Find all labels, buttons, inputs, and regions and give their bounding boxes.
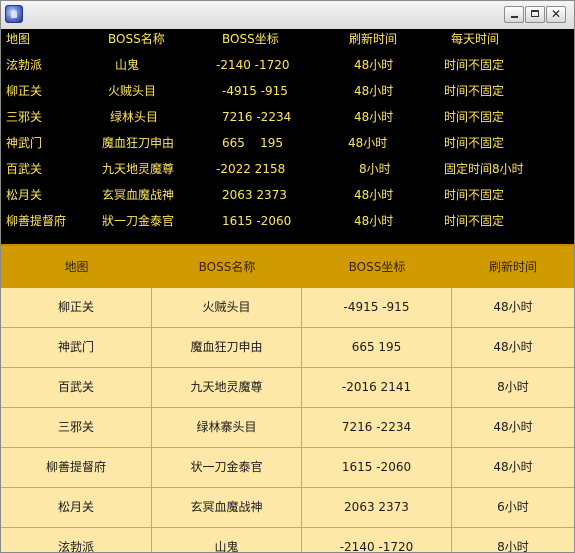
cell-refresh-time: 48小时 xyxy=(493,300,533,314)
close-button[interactable]: ✕ xyxy=(546,6,566,23)
list-daily-time: 时间不固定 xyxy=(444,84,505,98)
list-boss-name: 绿林头目 xyxy=(110,110,159,124)
list-boss-coords: 665 195 xyxy=(222,136,284,150)
list-boss-coords: 2063 2373 xyxy=(222,188,287,202)
cell-refresh-time: 8小时 xyxy=(497,380,529,394)
list-refresh-time: 48小时 xyxy=(348,136,388,150)
list-boss-coords: -2140 -1720 xyxy=(216,58,290,72)
column-header-boss-coords[interactable]: BOSS坐标 xyxy=(302,246,452,288)
list-daily-time: 时间不固定 xyxy=(444,58,505,72)
boss-list-panel: 地图 BOSS名称 BOSS坐标 刷新时间 每天时间 泫勃派 山鬼 -2140 … xyxy=(1,29,574,244)
list-item: 柳正关 火贼头目 -4915 -915 48小时 时间不固定 xyxy=(1,81,574,107)
cell-map: 柳正关 xyxy=(1,288,152,327)
header-boss-coords: BOSS坐标 xyxy=(222,32,279,46)
header-boss-name: BOSS名称 xyxy=(108,32,165,46)
list-refresh-time: 48小时 xyxy=(354,58,394,72)
app-window: ✕ 地图 BOSS名称 BOSS坐标 刷新时间 每天时间 泫勃派 山鬼 -214… xyxy=(0,0,575,553)
cell-refresh-time: 8小时 xyxy=(497,540,529,553)
cell-boss-name: 九天地灵魔尊 xyxy=(152,368,302,407)
header-refresh-time: 刷新时间 xyxy=(349,32,398,46)
maximize-icon xyxy=(531,10,539,17)
column-header-refresh-time[interactable]: 刷新时间 xyxy=(452,246,574,288)
cell-boss-name: 火贼头目 xyxy=(152,288,302,327)
list-boss-coords: 7216 -2234 xyxy=(222,110,292,124)
list-refresh-time: 48小时 xyxy=(354,84,394,98)
cell-map: 泫勃派 xyxy=(1,528,152,552)
cell-map: 百武关 xyxy=(1,368,152,407)
list-daily-time: 时间不固定 xyxy=(444,188,505,202)
list-boss-name: 九天地灵魔尊 xyxy=(102,162,175,176)
cell-map: 三邪关 xyxy=(1,408,152,447)
cell-map: 柳善提督府 xyxy=(1,448,152,487)
cell-refresh-time: 6小时 xyxy=(497,500,529,514)
list-map: 百武关 xyxy=(6,162,43,176)
list-map: 三邪关 xyxy=(6,110,43,124)
cell-boss-coords: 2063 2373 xyxy=(302,488,452,527)
cell-boss-name: 状一刀金泰官 xyxy=(152,448,302,487)
list-boss-name: 山鬼 xyxy=(115,58,140,72)
boss-table: 地图 BOSS名称 BOSS坐标 刷新时间 柳正关 火贼头目 -4915 -91… xyxy=(1,244,574,553)
cell-refresh-time: 48小时 xyxy=(493,340,533,354)
list-item: 神武门 魔血狂刀申由 665 195 48小时 时间不固定 xyxy=(1,133,574,159)
list-map: 泫勃派 xyxy=(6,58,43,72)
app-globe-icon[interactable] xyxy=(5,5,23,23)
minimize-icon xyxy=(511,16,518,18)
cell-boss-coords: 665 195 xyxy=(302,328,452,367)
list-item: 百武关 九天地灵魔尊 -2022 2158 8小时 固定时间8小时 xyxy=(1,159,574,185)
list-boss-name: 火贼头目 xyxy=(108,84,157,98)
list-daily-time: 时间不固定 xyxy=(444,136,505,150)
list-map: 松月关 xyxy=(6,188,43,202)
list-map: 神武门 xyxy=(6,136,43,150)
header-daily-time: 每天时间 xyxy=(451,32,500,46)
list-boss-name: 狀一刀金泰官 xyxy=(102,214,175,228)
table-row[interactable]: 柳善提督府 状一刀金泰官 1615 -2060 48小时 xyxy=(1,448,574,488)
column-header-map[interactable]: 地图 xyxy=(1,246,152,288)
cell-boss-coords: -4915 -915 xyxy=(302,288,452,327)
cell-map: 松月关 xyxy=(1,488,152,527)
table-row[interactable]: 柳正关 火贼头目 -4915 -915 48小时 xyxy=(1,288,574,328)
list-daily-time: 固定时间8小时 xyxy=(444,162,524,176)
list-boss-name: 玄冥血魔战神 xyxy=(102,188,175,202)
cell-boss-coords: 7216 -2234 xyxy=(302,408,452,447)
minimize-button[interactable] xyxy=(504,6,524,23)
table-row[interactable]: 神武门 魔血狂刀申由 665 195 48小时 xyxy=(1,328,574,368)
cell-boss-name: 绿林寨头目 xyxy=(152,408,302,447)
boss-list-header: 地图 BOSS名称 BOSS坐标 刷新时间 每天时间 xyxy=(1,29,574,55)
list-daily-time: 时间不固定 xyxy=(444,110,505,124)
maximize-button[interactable] xyxy=(525,6,545,23)
list-item: 柳善提督府 狀一刀金泰官 1615 -2060 48小时 时间不固定 xyxy=(1,211,574,237)
title-bar[interactable]: ✕ xyxy=(1,1,574,30)
list-refresh-time: 48小时 xyxy=(354,214,394,228)
list-refresh-time: 48小时 xyxy=(354,188,394,202)
cell-boss-coords: -2016 2141 xyxy=(302,368,452,407)
list-boss-name: 魔血狂刀申由 xyxy=(102,136,175,150)
cell-boss-name: 山鬼 xyxy=(152,528,302,552)
list-refresh-time: 48小时 xyxy=(354,110,394,124)
list-map: 柳正关 xyxy=(6,84,43,98)
cell-refresh-time: 48小时 xyxy=(493,420,533,434)
cell-boss-coords: 1615 -2060 xyxy=(302,448,452,487)
cell-map: 神武门 xyxy=(1,328,152,367)
close-icon: ✕ xyxy=(550,7,562,21)
list-boss-coords: -2022 2158 xyxy=(216,162,286,176)
table-header: 地图 BOSS名称 BOSS坐标 刷新时间 xyxy=(1,246,574,288)
list-item: 三邪关 绿林头目 7216 -2234 48小时 时间不固定 xyxy=(1,107,574,133)
list-boss-coords: -4915 -915 xyxy=(222,84,288,98)
list-item: 松月关 玄冥血魔战神 2063 2373 48小时 时间不固定 xyxy=(1,185,574,211)
cell-boss-name: 魔血狂刀申由 xyxy=(152,328,302,367)
list-item: 泫勃派 山鬼 -2140 -1720 48小时 时间不固定 xyxy=(1,55,574,81)
list-refresh-time: 8小时 xyxy=(359,162,391,176)
list-map: 柳善提督府 xyxy=(6,214,67,228)
cell-boss-coords: -2140 -1720 xyxy=(302,528,452,552)
list-boss-coords: 1615 -2060 xyxy=(222,214,292,228)
table-row[interactable]: 三邪关 绿林寨头目 7216 -2234 48小时 xyxy=(1,408,574,448)
header-map: 地图 xyxy=(6,32,31,46)
list-daily-time: 时间不固定 xyxy=(444,214,505,228)
cell-refresh-time: 48小时 xyxy=(493,460,533,474)
table-row[interactable]: 松月关 玄冥血魔战神 2063 2373 6小时 xyxy=(1,488,574,528)
table-row[interactable]: 泫勃派 山鬼 -2140 -1720 8小时 xyxy=(1,528,574,553)
table-row[interactable]: 百武关 九天地灵魔尊 -2016 2141 8小时 xyxy=(1,368,574,408)
cell-boss-name: 玄冥血魔战神 xyxy=(152,488,302,527)
column-header-boss-name[interactable]: BOSS名称 xyxy=(152,246,302,288)
